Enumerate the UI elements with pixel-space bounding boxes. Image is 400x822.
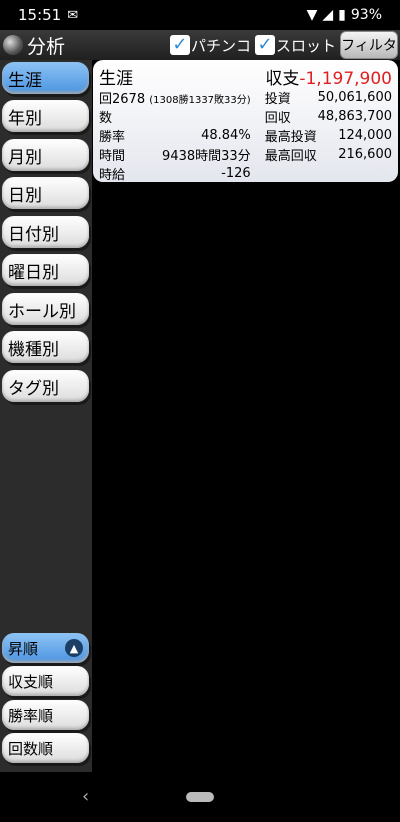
sort-ascending-label: 昇順 [8, 639, 39, 658]
sidebar-item-monthly[interactable]: 月別 [2, 139, 89, 171]
pachinko-toggle[interactable]: ✓ パチンコ [169, 35, 251, 56]
count-label-a: 回 [99, 92, 113, 107]
status-bar: 15:51 ✉ ▼ ◢ ▮ 93% [0, 0, 400, 30]
system-nav-bar: ‹ [0, 772, 400, 822]
sidebar-item-by-tag[interactable]: タグ別 [2, 370, 89, 402]
recover-value: 48,863,700 [317, 109, 392, 124]
pachinko-label: パチンコ [190, 36, 251, 55]
summary-card[interactable]: 生涯 収支 -1,197,900 回2678 (1308勝1337敗33分) 数… [93, 60, 398, 183]
sidebar-item-by-machine[interactable]: 機種別 [2, 331, 89, 363]
sidebar-item-by-hall[interactable]: ホール別 [2, 293, 89, 325]
filter-button[interactable]: フィルタ [340, 31, 398, 59]
sidebar-item-by-weekday[interactable]: 曜日別 [2, 254, 89, 286]
back-icon[interactable]: ‹ [82, 786, 89, 807]
winrate-value: 48.84% [201, 128, 251, 143]
battery-icon: ▮ [338, 7, 346, 23]
slot-label: スロット [275, 36, 336, 55]
sort-by-winrate-button[interactable]: 勝率順 [2, 700, 89, 730]
mail-icon: ✉ [67, 7, 79, 23]
wifi-icon: ▼ [306, 7, 318, 23]
invest-value: 50,061,600 [317, 90, 392, 105]
sidebar-item-yearly[interactable]: 年別 [2, 100, 89, 132]
chevron-up-icon: ▲ [65, 639, 83, 657]
app-title-text: 分析 [27, 35, 66, 58]
slot-checkbox-icon[interactable]: ✓ [254, 35, 275, 55]
app-title: 分析 [3, 32, 65, 59]
home-pill-icon[interactable] [186, 792, 214, 802]
pachinko-checkbox-icon[interactable]: ✓ [169, 35, 190, 55]
max-recover-label: 最高回収 [264, 149, 317, 164]
status-time: 15:51 [18, 6, 62, 24]
sidebar-item-by-date[interactable]: 日付別 [2, 216, 89, 248]
max-recover-value: 216,600 [338, 147, 392, 162]
recover-label: 回収 [264, 111, 291, 126]
sort-ascending-button[interactable]: 昇順 ▲ [2, 633, 89, 663]
max-invest-label: 最高投資 [264, 130, 317, 145]
sort-by-profit-button[interactable]: 収支順 [2, 666, 89, 696]
sort-by-count-button[interactable]: 回数順 [2, 733, 89, 763]
signal-icon: ◢ [322, 7, 334, 23]
count-label-b: 数 [99, 111, 113, 126]
hourly-label: 時給 [99, 168, 126, 183]
card-title: 生涯 [99, 69, 133, 89]
invest-label: 投資 [264, 92, 291, 107]
profit-label: 収支 [265, 69, 300, 89]
sidebar: 生涯 年別 月別 日別 日付別 曜日別 ホール別 機種別 タグ別 昇順 ▲ 収支… [0, 60, 92, 772]
count-value: 2678 [112, 92, 146, 107]
time-label: 時間 [99, 149, 126, 164]
app-bar: 分析 ✓ パチンコ ✓ スロット フィルタ [0, 30, 400, 60]
sidebar-item-daily[interactable]: 日別 [2, 177, 89, 209]
app-logo-icon [3, 35, 23, 55]
hourly-value: -126 [221, 166, 251, 181]
profit-value: -1,197,900 [299, 69, 392, 89]
winrate-label: 勝率 [99, 130, 126, 145]
slot-toggle[interactable]: ✓ スロット [254, 35, 336, 56]
battery-percent: 93% [350, 7, 382, 23]
time-value: 9438時間33分 [162, 149, 251, 164]
count-detail: (1308勝1337敗33分) [149, 95, 251, 106]
max-invest-value: 124,000 [338, 128, 392, 143]
sidebar-item-lifetime[interactable]: 生涯 [2, 62, 89, 94]
